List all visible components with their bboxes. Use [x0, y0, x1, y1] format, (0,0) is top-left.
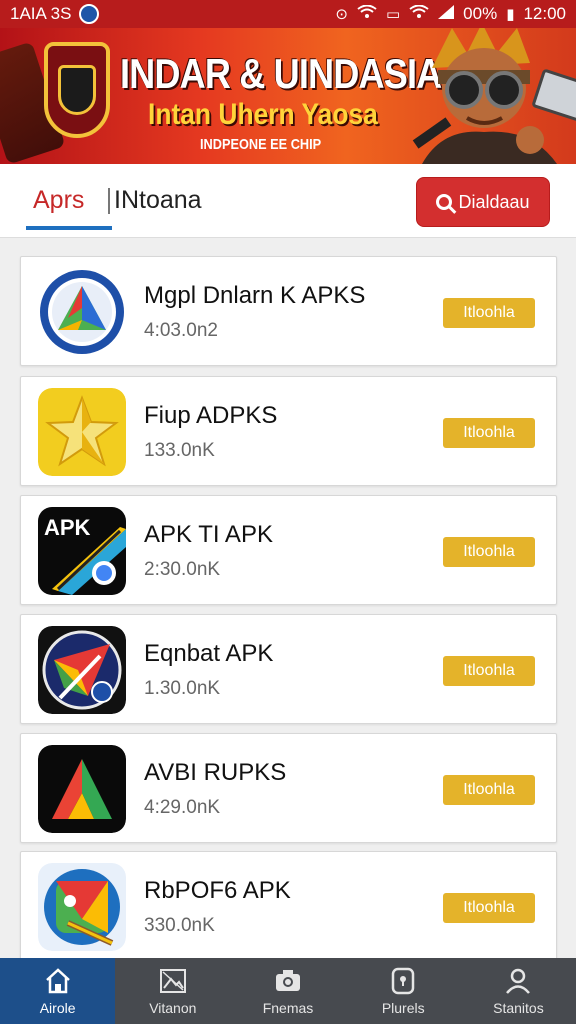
- banner-title: INDAR & UINDASIA: [120, 50, 442, 97]
- nav-label: Fnemas: [262, 1000, 314, 1016]
- app-list-item[interactable]: Mgpl Dnlarn K APKS 4:03.0n2 Itloohla: [20, 256, 557, 366]
- app-icon-arrow-emblem: [38, 626, 126, 714]
- status-right: ⊙ ▭ 00% ▮ 12:00: [335, 4, 566, 24]
- battery-percent: 00%: [463, 4, 498, 23]
- app-size: 1.30.0nK: [144, 678, 221, 699]
- nav-item-gallery[interactable]: Vitanon: [115, 958, 230, 1024]
- status-bar: 1AIA 3S ⊙ ▭ 00% ▮ 12:00: [0, 0, 576, 28]
- app-icon-compass-emblem: [38, 268, 126, 356]
- app-notification-icon: [79, 4, 100, 24]
- promo-banner[interactable]: INDAR & UINDASIA Intan Uhern Yaosa INDPE…: [0, 28, 576, 164]
- active-tab-indicator: [26, 226, 112, 230]
- download-search-button[interactable]: Dialdaau: [416, 177, 550, 227]
- banner-tagline: INDPEONE EE CHIP: [200, 136, 322, 153]
- hotspot-icon: ⊙: [335, 6, 348, 23]
- search-icon: [436, 194, 453, 210]
- app-icon-apk: APK: [38, 507, 126, 595]
- nav-label: Airole: [39, 1000, 76, 1016]
- app-list-item[interactable]: Eqnbat APK 1.30.0nK Itloohla: [20, 614, 557, 724]
- status-time-left: 1AIA 3S: [10, 4, 72, 23]
- app-name: RbPOF6 APK: [144, 877, 291, 904]
- nav-label: Plurels: [381, 1000, 425, 1016]
- app-name: AVBI RUPKS: [144, 759, 287, 786]
- app-size: 2:30.0nK: [144, 559, 221, 580]
- app-name: APK TI APK: [144, 521, 273, 548]
- tab-divider: [108, 188, 110, 214]
- nav-label: Vitanon: [149, 1000, 197, 1016]
- app-name: Eqnbat APK: [144, 640, 274, 667]
- svg-text:APK: APK: [44, 515, 91, 540]
- app-icon-triangle: [38, 745, 126, 833]
- app-name: Fiup ADPKS: [144, 402, 278, 429]
- app-download-button[interactable]: Itloohla: [443, 775, 535, 805]
- app-icon-star: [38, 388, 126, 476]
- app-size: 330.0nK: [144, 915, 215, 936]
- tab-apps[interactable]: Aprs: [33, 186, 84, 215]
- app-download-button[interactable]: Itloohla: [443, 298, 535, 328]
- nav-item-phone[interactable]: Plurels: [346, 958, 461, 1024]
- nav-item-home[interactable]: Airole: [0, 958, 116, 1024]
- app-list-item[interactable]: AVBI RUPKS 4:29.0nK Itloohla: [20, 733, 557, 843]
- app-size: 4:03.0n2: [144, 320, 218, 341]
- home-icon: [45, 968, 70, 994]
- app-download-button[interactable]: Itloohla: [443, 893, 535, 923]
- phone-icon: [391, 967, 415, 995]
- app-size: 4:29.0nK: [144, 797, 221, 818]
- nav-item-camera[interactable]: Fnemas: [230, 958, 345, 1024]
- tab-other[interactable]: INtoana: [114, 186, 202, 215]
- nav-item-profile[interactable]: Stanitos: [461, 958, 576, 1024]
- status-clock: 12:00: [523, 4, 566, 23]
- nav-label: Stanitos: [493, 1000, 544, 1016]
- wifi-icon-2: [409, 4, 429, 23]
- app-download-button[interactable]: Itloohla: [443, 537, 535, 567]
- battery-icon: ▮: [506, 6, 515, 23]
- profile-icon: [506, 968, 531, 994]
- banner-subtitle: Intan Uhern Yaosa: [148, 98, 378, 131]
- bottom-navigation: Airole Vitanon Fnemas Plurels Stanitos: [0, 958, 576, 1024]
- camera-icon: [276, 970, 300, 991]
- app-download-button[interactable]: Itloohla: [443, 656, 535, 686]
- signal-icon: [438, 5, 455, 23]
- status-left: 1AIA 3S: [10, 4, 100, 24]
- app-icon-map-pencil: [38, 863, 126, 951]
- app-list-item[interactable]: Fiup ADPKS 133.0nK Itloohla: [20, 376, 557, 486]
- gallery-icon: [159, 969, 186, 993]
- header-button-label: Dialdaau: [458, 191, 530, 212]
- app-download-button[interactable]: Itloohla: [443, 418, 535, 448]
- app-size: 133.0nK: [144, 440, 215, 461]
- app-name: Mgpl Dnlarn K APKS: [144, 282, 366, 309]
- app-list-item[interactable]: RbPOF6 APK 330.0nK Itloohla: [20, 851, 557, 961]
- wifi-icon: [357, 4, 377, 23]
- banner-crest-icon: [44, 42, 110, 138]
- tab-header: Aprs INtoana Dialdaau: [0, 164, 576, 238]
- app-list-item[interactable]: APK APK TI APK 2:30.0nK Itloohla: [20, 495, 557, 605]
- screen-icon: ▭: [385, 6, 401, 23]
